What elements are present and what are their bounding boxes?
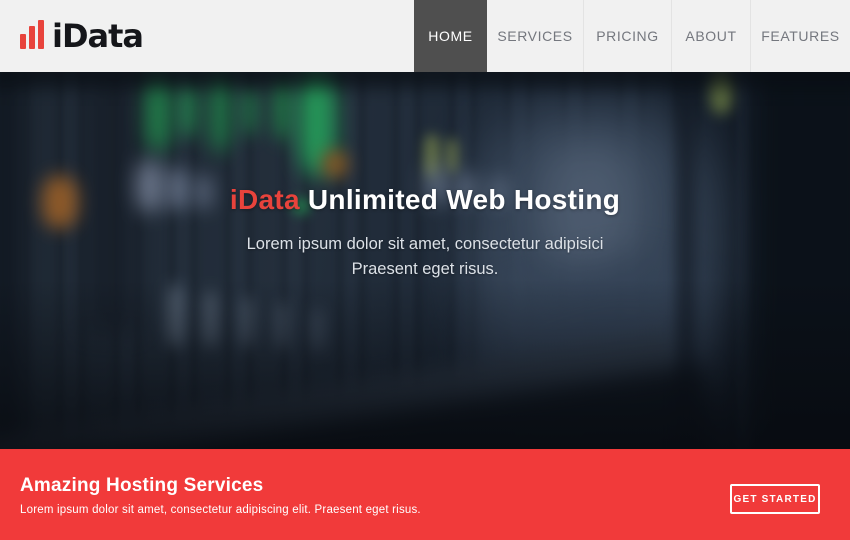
cta-text-block: Amazing Hosting Services Lorem ipsum dol… [0, 449, 421, 516]
cta-band: Amazing Hosting Services Lorem ipsum dol… [0, 449, 850, 540]
get-started-button[interactable]: GET STARTED [730, 484, 820, 514]
brand-logo[interactable]: iData [20, 0, 143, 72]
nav-item-services[interactable]: SERVICES [487, 0, 583, 72]
hero-subtitle: Lorem ipsum dolor sit amet, consectetur … [0, 232, 850, 282]
cta-paragraph: Lorem ipsum dolor sit amet, consectetur … [20, 504, 421, 516]
cta-heading: Amazing Hosting Services [20, 475, 421, 497]
hero-subtitle-line2: Praesent eget risus. [0, 257, 850, 282]
main-nav: HOME SERVICES PRICING ABOUT FEATURES [414, 0, 850, 72]
nav-item-about[interactable]: ABOUT [671, 0, 750, 72]
hero-section: iData Unlimited Web Hosting Lorem ipsum … [0, 72, 850, 449]
site-header: iData HOME SERVICES PRICING ABOUT FEATUR… [0, 0, 850, 72]
nav-item-pricing[interactable]: PRICING [583, 0, 671, 72]
hero-title-highlight: iData [230, 184, 300, 215]
hero-title-rest: Unlimited Web Hosting [300, 184, 620, 215]
hero-content: iData Unlimited Web Hosting Lorem ipsum … [0, 72, 850, 282]
hero-subtitle-line1: Lorem ipsum dolor sit amet, consectetur … [0, 232, 850, 257]
nav-item-home[interactable]: HOME [414, 0, 487, 72]
nav-item-features[interactable]: FEATURES [750, 0, 850, 72]
brand-name: iData [52, 20, 143, 52]
bar-chart-icon [20, 20, 44, 49]
hero-title: iData Unlimited Web Hosting [0, 184, 850, 216]
